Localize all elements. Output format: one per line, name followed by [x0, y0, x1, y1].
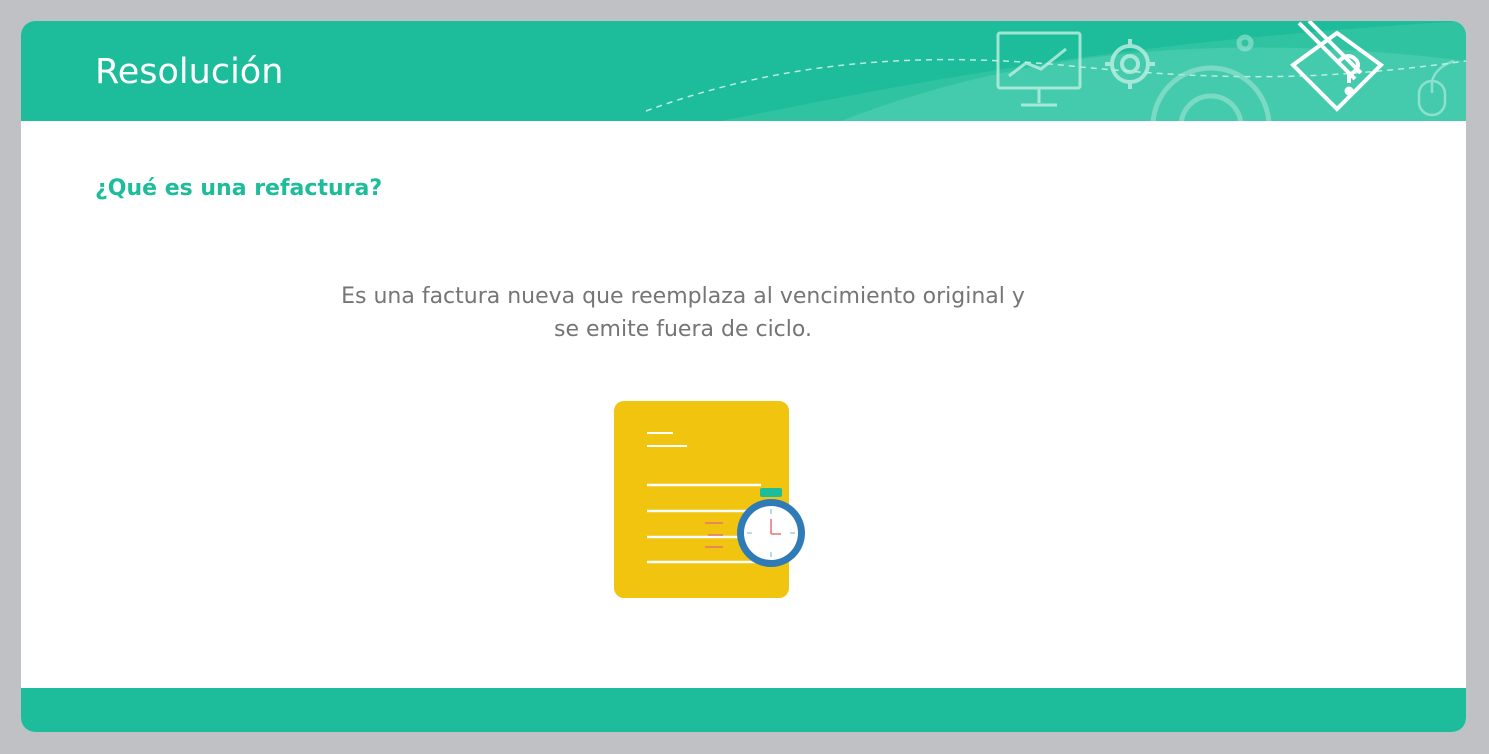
header-banner: Resolución — [21, 21, 1466, 121]
question-heading: ¿Qué es una refactura? — [95, 176, 383, 201]
answer-text: Es una factura nueva que reemplaza al ve… — [341, 284, 1025, 342]
page-title: Resolución — [95, 52, 284, 92]
document-stopwatch-icon — [614, 401, 805, 598]
footer-bar — [21, 688, 1466, 732]
slide-card: Resolución ¿Qué es una refactura? Es una… — [21, 21, 1466, 732]
